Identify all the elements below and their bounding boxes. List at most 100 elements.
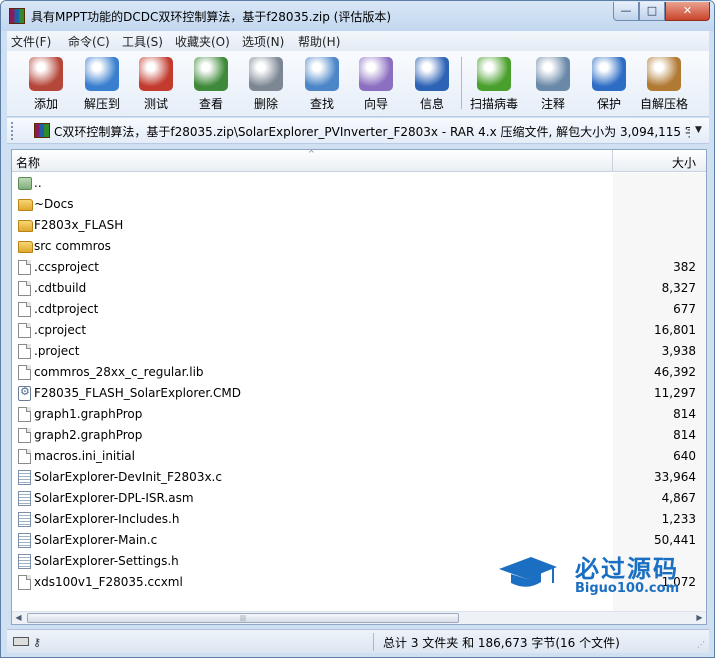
- file-row[interactable]: src commros: [12, 236, 706, 257]
- file-row[interactable]: SolarExplorer-Includes.h 1,233: [12, 509, 706, 530]
- column-name[interactable]: 名称: [16, 154, 40, 171]
- toolbar-button-8[interactable]: 扫描病毒: [467, 53, 521, 113]
- toolbar-button-4[interactable]: 删除: [239, 53, 293, 113]
- toolbar-button-7[interactable]: 信息: [405, 53, 459, 113]
- status-divider: [373, 633, 374, 651]
- file-row[interactable]: .cproject 16,801: [12, 320, 706, 341]
- file-icon: [18, 302, 31, 317]
- file-size: 814: [673, 428, 696, 442]
- file-row[interactable]: ~Docs: [12, 194, 706, 215]
- extract-to-icon: [85, 57, 119, 91]
- menu-help[interactable]: 帮助(H): [298, 33, 340, 50]
- toolbar-button-5[interactable]: 查找: [295, 53, 349, 113]
- toolbar-button-label: 查找: [309, 97, 334, 111]
- menu-file[interactable]: 文件(F): [11, 33, 51, 50]
- file-size: 33,964: [654, 470, 696, 484]
- file-name: macros.ini_initial: [34, 449, 135, 463]
- close-button[interactable]: ✕: [665, 2, 710, 21]
- file-name: commros_28xx_c_regular.lib: [34, 365, 204, 379]
- file-row[interactable]: graph1.graphProp 814: [12, 404, 706, 425]
- file-row[interactable]: F28035_FLASH_SolarExplorer.CMD 11,297: [12, 383, 706, 404]
- parent-folder-icon: [18, 177, 32, 190]
- toolbar-button-6[interactable]: 向导: [349, 53, 403, 113]
- sfx-icon: [647, 57, 681, 91]
- file-row[interactable]: commros_28xx_c_regular.lib 46,392: [12, 362, 706, 383]
- file-size: 382: [673, 260, 696, 274]
- scroll-right-icon[interactable]: ▶: [693, 612, 706, 624]
- toolbar-button-label: 注释: [540, 97, 565, 111]
- file-size: 50,441: [654, 533, 696, 547]
- toolbar-button-10[interactable]: 保护: [582, 53, 636, 113]
- maximize-button[interactable]: □: [639, 2, 665, 21]
- file-name: .cproject: [34, 323, 87, 337]
- file-row[interactable]: SolarExplorer-Main.c 50,441: [12, 530, 706, 551]
- file-row[interactable]: graph2.graphProp 814: [12, 425, 706, 446]
- column-size[interactable]: 大小: [616, 154, 696, 171]
- horizontal-scrollbar[interactable]: ◀ ||| ▶: [12, 611, 706, 624]
- file-icon: [18, 407, 31, 422]
- file-size: 640: [673, 449, 696, 463]
- graduation-cap-icon: [499, 557, 557, 587]
- column-header: 名称 ^ 大小: [12, 150, 706, 172]
- protect-shield-icon: [592, 57, 626, 91]
- watermark-url: Biguo100.com: [575, 581, 680, 596]
- path-dropdown-icon[interactable]: ▼: [695, 125, 702, 135]
- toolbar-button-label: 保护: [596, 97, 621, 111]
- resize-grip-icon[interactable]: ⋰: [697, 640, 705, 649]
- file-size: 4,867: [661, 491, 696, 505]
- menu-commands[interactable]: 命令(C): [68, 33, 110, 50]
- toolbar-button-label: 添加: [33, 97, 58, 111]
- file-icon: [18, 365, 31, 380]
- file-name: ..: [34, 176, 42, 190]
- toolbar-button-2[interactable]: 测试: [129, 53, 183, 113]
- menu-tools[interactable]: 工具(S): [122, 33, 163, 50]
- text-file-icon: [18, 470, 31, 485]
- toolbar-button-0[interactable]: 添加: [19, 53, 73, 113]
- file-size: 16,801: [654, 323, 696, 337]
- file-name: SolarExplorer-Settings.h: [34, 554, 179, 568]
- file-row[interactable]: .project 3,938: [12, 341, 706, 362]
- file-name: .cdtbuild: [34, 281, 87, 295]
- file-row[interactable]: macros.ini_initial 640: [12, 446, 706, 467]
- title-bar[interactable]: 具有MPPT功能的DCDC双环控制算法，基于f28035.zip (评估版本) …: [1, 1, 714, 31]
- menu-options[interactable]: 选项(N): [242, 33, 284, 50]
- toolbar-button-label: 测试: [143, 97, 168, 111]
- scroll-thumb[interactable]: |||: [27, 613, 459, 623]
- file-name: .project: [34, 344, 80, 358]
- file-row[interactable]: SolarExplorer-DevInit_F2803x.c 33,964: [12, 467, 706, 488]
- toolbar-button-1[interactable]: 解压到: [75, 53, 129, 113]
- toolbar-button-3[interactable]: 查看: [184, 53, 238, 113]
- file-size: 3,938: [661, 344, 696, 358]
- file-size: 46,392: [654, 365, 696, 379]
- file-size: 1,233: [661, 512, 696, 526]
- file-row[interactable]: SolarExplorer-DPL-ISR.asm 4,867: [12, 488, 706, 509]
- file-row[interactable]: .cdtproject 677: [12, 299, 706, 320]
- scroll-left-icon[interactable]: ◀: [12, 612, 25, 624]
- menu-favorites[interactable]: 收藏夹(O): [175, 33, 230, 50]
- column-divider[interactable]: [612, 150, 613, 172]
- folder-icon: [18, 220, 33, 232]
- text-file-icon: [18, 512, 31, 527]
- find-magnifier-icon: [305, 57, 339, 91]
- file-row[interactable]: .cdtbuild 8,327: [12, 278, 706, 299]
- file-row[interactable]: .ccsproject 382: [12, 257, 706, 278]
- file-row[interactable]: F2803x_FLASH: [12, 215, 706, 236]
- path-field[interactable]: C双环控制算法，基于f28035.zip\SolarExplorer_PVInv…: [54, 123, 690, 140]
- file-size: 677: [673, 302, 696, 316]
- menu-bar: 文件(F) 命令(C) 工具(S) 收藏夹(O) 选项(N) 帮助(H): [7, 31, 709, 51]
- toolbar-button-9[interactable]: 注释: [526, 53, 580, 113]
- file-icon: [18, 281, 31, 296]
- test-icon: [139, 57, 173, 91]
- file-icon: [18, 344, 31, 359]
- drive-icon[interactable]: [13, 637, 29, 646]
- file-name: ~Docs: [34, 197, 74, 211]
- toolbar-button-11[interactable]: 自解压格: [637, 53, 691, 113]
- file-row[interactable]: ..: [12, 173, 706, 194]
- file-name: SolarExplorer-DPL-ISR.asm: [34, 491, 194, 505]
- minimize-button[interactable]: —: [613, 2, 639, 21]
- text-file-icon: [18, 491, 31, 506]
- file-icon: [18, 260, 31, 275]
- key-icon[interactable]: ⚷: [33, 636, 41, 649]
- delete-trash-icon: [249, 57, 283, 91]
- toolbar-button-label: 扫描病毒: [469, 97, 518, 111]
